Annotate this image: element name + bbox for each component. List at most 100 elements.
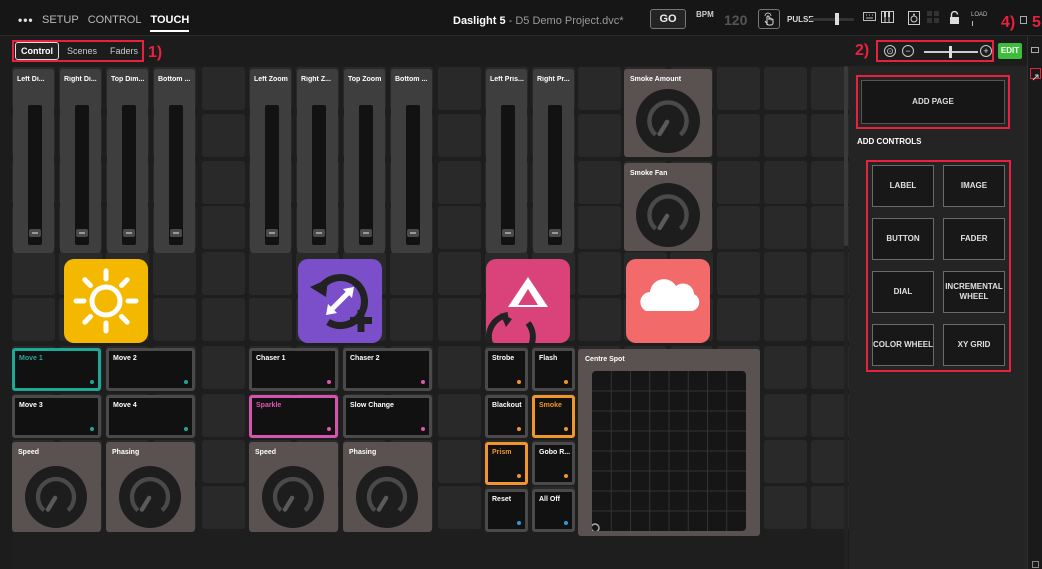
nav-touch[interactable]: TOUCH <box>150 14 190 32</box>
corner-icon[interactable] <box>1032 561 1039 568</box>
scrollbar-thumb[interactable] <box>844 66 848 246</box>
go-button[interactable]: GO <box>650 9 686 29</box>
fader-control[interactable]: Bottom ... <box>154 69 195 253</box>
grid-cell[interactable] <box>717 298 760 341</box>
trigger-button[interactable]: Move 4 <box>106 395 195 438</box>
grid-cell[interactable] <box>12 298 55 341</box>
pulse-slider-thumb[interactable] <box>835 13 839 25</box>
grid-cell[interactable] <box>717 67 760 110</box>
fader-track[interactable] <box>169 105 183 245</box>
image-tile[interactable] <box>298 259 382 343</box>
trigger-button[interactable]: Chaser 1 <box>249 348 338 391</box>
grid-cell[interactable] <box>578 252 621 295</box>
grid-cell[interactable] <box>438 394 481 437</box>
grid-cell[interactable] <box>764 440 807 483</box>
fader-handle[interactable] <box>313 229 325 237</box>
tap-tempo-button[interactable] <box>758 9 780 29</box>
grid-cell[interactable] <box>578 67 621 110</box>
fader-handle[interactable] <box>407 229 419 237</box>
fader-handle[interactable] <box>360 229 372 237</box>
dial-control[interactable]: Smoke Fan <box>624 163 712 251</box>
grid-cell[interactable] <box>202 394 245 437</box>
grid-cell[interactable] <box>202 114 245 157</box>
grid-cell[interactable] <box>764 206 807 249</box>
tab-control[interactable]: Control <box>15 42 59 60</box>
trigger-button[interactable]: Blackout <box>485 395 528 438</box>
dial-control[interactable]: Phasing <box>343 442 432 532</box>
fader-track[interactable] <box>406 105 420 245</box>
fader-track[interactable] <box>501 105 515 245</box>
speaker-icon[interactable] <box>906 11 921 26</box>
trigger-button[interactable]: Gobo R... <box>532 442 575 485</box>
fader-control[interactable]: Right Di... <box>60 69 101 253</box>
grid-cell[interactable] <box>202 486 245 529</box>
dial-control[interactable]: Speed <box>12 442 101 532</box>
grid-cell[interactable] <box>202 252 245 295</box>
grid-cell[interactable] <box>438 252 481 295</box>
dial-knob[interactable] <box>23 464 89 530</box>
zoom-out-icon[interactable]: − <box>902 45 914 57</box>
dial-control[interactable]: Phasing <box>106 442 195 532</box>
grid-cell[interactable] <box>438 298 481 341</box>
trigger-button[interactable]: Prism <box>485 442 528 485</box>
fader-handle[interactable] <box>76 229 88 237</box>
fader-track[interactable] <box>75 105 89 245</box>
xy-pad[interactable]: Centre Spot <box>578 349 760 536</box>
dial-knob[interactable] <box>634 87 702 155</box>
grid-cell[interactable] <box>202 298 245 341</box>
grid-cell[interactable] <box>438 440 481 483</box>
image-tile[interactable] <box>626 259 710 343</box>
nav-control[interactable]: CONTROL <box>88 14 142 32</box>
fader-track[interactable] <box>122 105 136 245</box>
grid-cell[interactable] <box>578 114 621 157</box>
trigger-button[interactable]: Smoke <box>532 395 575 438</box>
grid-cell[interactable] <box>202 67 245 110</box>
trigger-button[interactable]: Chaser 2 <box>343 348 432 391</box>
keyboard-icon[interactable] <box>862 11 877 26</box>
add-control-fader-button[interactable]: FADER <box>943 218 1005 260</box>
grid-icon[interactable] <box>925 11 940 26</box>
grid-cell[interactable] <box>390 298 433 341</box>
expand-icon[interactable] <box>1030 68 1041 81</box>
add-control-incremental-wheel-button[interactable]: INCREMENTAL WHEEL <box>943 271 1005 313</box>
grid-cell[interactable] <box>12 252 55 295</box>
dial-knob[interactable] <box>117 464 183 530</box>
grid-cell[interactable] <box>438 67 481 110</box>
image-tile[interactable] <box>485 259 570 362</box>
tab-scenes[interactable]: Scenes <box>62 43 102 59</box>
piano-icon[interactable] <box>880 11 895 26</box>
fader-track[interactable] <box>265 105 279 245</box>
fader-control[interactable]: Top Dim... <box>107 69 148 253</box>
dial-control[interactable]: Speed <box>249 442 338 532</box>
add-control-color-wheel-button[interactable]: COLOR WHEEL <box>872 324 934 366</box>
panel-icon[interactable] <box>1031 47 1039 53</box>
fader-track[interactable] <box>548 105 562 245</box>
fader-handle[interactable] <box>29 229 41 237</box>
fader-control[interactable]: Left Zoom <box>250 69 291 253</box>
trigger-button[interactable]: Move 1 <box>12 348 101 391</box>
add-page-button[interactable]: ADD PAGE <box>861 80 1005 124</box>
grid-cell[interactable] <box>764 114 807 157</box>
lock-icon[interactable] <box>947 10 962 26</box>
grid-cell[interactable] <box>202 206 245 249</box>
grid-cell[interactable] <box>764 394 807 437</box>
grid-cell[interactable] <box>202 346 245 389</box>
dial-knob[interactable] <box>260 464 326 530</box>
edit-button[interactable]: EDIT <box>998 43 1022 59</box>
fader-control[interactable]: Top Zoom <box>344 69 385 253</box>
add-control-xy-grid-button[interactable]: XY GRID <box>943 324 1005 366</box>
window-restore-icon[interactable] <box>1020 16 1027 24</box>
xy-pad-area[interactable] <box>592 371 746 531</box>
trigger-button[interactable]: Strobe <box>485 348 528 391</box>
dial-control[interactable]: Smoke Amount <box>624 69 712 157</box>
fader-control[interactable]: Bottom ... <box>391 69 432 253</box>
zoom-fit-icon[interactable]: ⊙ <box>884 45 896 57</box>
grid-cell[interactable] <box>578 206 621 249</box>
grid-cell[interactable] <box>764 67 807 110</box>
grid-cell[interactable] <box>438 206 481 249</box>
fader-control[interactable]: Left Pris... <box>486 69 527 253</box>
grid-cell[interactable] <box>717 252 760 295</box>
trigger-button[interactable]: All Off <box>532 489 575 532</box>
grid-cell[interactable] <box>249 298 292 341</box>
grid-cell[interactable] <box>202 161 245 204</box>
